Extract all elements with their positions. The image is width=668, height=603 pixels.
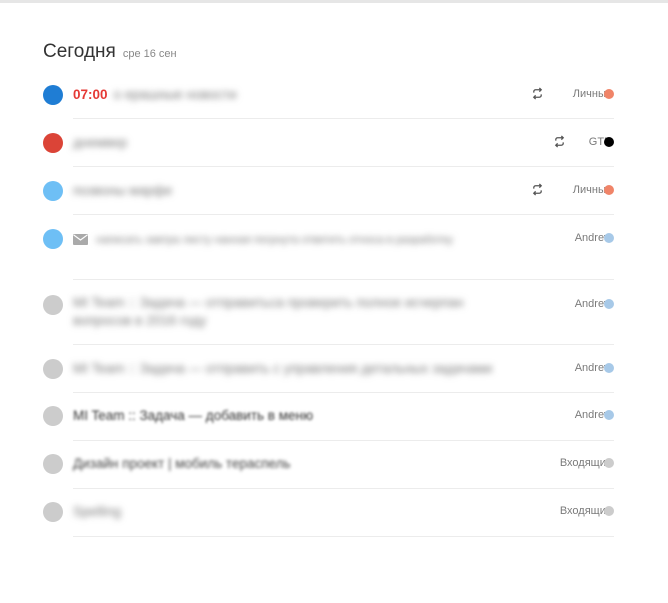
task-text: о ерашные новости [113, 87, 237, 102]
project-color-dot [604, 410, 614, 420]
mail-icon [73, 233, 88, 245]
project-color-dot [604, 506, 614, 516]
task-item[interactable]: MI Team :: Задача — отправить с управлен… [0, 345, 668, 393]
repeat-icon [554, 135, 565, 148]
task-text: позвоны марфе [73, 183, 173, 198]
project-color-dot [604, 233, 614, 243]
task-text: MI Team :: Задача — отправить с управлен… [73, 361, 493, 376]
section-header: Сегодня сре 16 сен [43, 41, 177, 63]
task-time: 07:00 [73, 87, 108, 102]
complete-checkbox[interactable] [43, 229, 63, 249]
task-item[interactable]: позвоны марфе Личные [0, 166, 668, 215]
top-border [0, 0, 668, 3]
task-content[interactable]: Дизайн проект | мобиль тераспель [73, 455, 468, 473]
task-item[interactable]: 07:00 о ерашные новости Личные [0, 70, 668, 119]
project-color-dot [604, 363, 614, 373]
task-content[interactable]: Spelling [73, 503, 468, 521]
complete-checkbox[interactable] [43, 133, 63, 153]
task-content[interactable]: MI Team :: Задача — добавить в меню [73, 407, 468, 425]
task-text: MI Team :: Задача — отправитьса проверит… [73, 295, 464, 328]
repeat-icon [532, 183, 543, 196]
task-text: MI Team :: Задача — добавить в меню [73, 408, 314, 423]
complete-checkbox[interactable] [43, 359, 63, 379]
row-divider [73, 536, 614, 537]
project-color-dot [604, 458, 614, 468]
task-content[interactable]: днемвер [73, 134, 468, 152]
complete-checkbox[interactable] [43, 295, 63, 315]
task-item[interactable]: написать завтра листу нанная погрнута от… [0, 214, 668, 280]
project-color-dot [604, 89, 614, 99]
task-text: Дизайн проект | мобиль тераспель [73, 456, 291, 471]
project-color-dot [604, 299, 614, 309]
task-text: написать завтра листу нанная погрнута от… [96, 234, 453, 246]
task-text: Spelling [73, 504, 122, 519]
task-text: днемвер [73, 135, 128, 150]
task-content[interactable]: 07:00 о ерашные новости [73, 86, 468, 104]
task-content[interactable]: написать завтра листу нанная погрнута от… [73, 230, 548, 249]
task-content[interactable]: MI Team :: Задача — отправитьса проверит… [73, 294, 493, 330]
complete-checkbox[interactable] [43, 85, 63, 105]
header-date: сре 16 сен [122, 48, 177, 60]
task-item[interactable]: Дизайн проект | мобиль тераспель Входящи… [0, 440, 668, 489]
project-color-dot [604, 185, 614, 195]
repeat-icon [532, 87, 543, 100]
task-item[interactable]: днемвер GTD [0, 118, 668, 167]
complete-checkbox[interactable] [43, 181, 63, 201]
task-item[interactable]: MI Team :: Задача — добавить в меню Andr… [0, 392, 668, 441]
complete-checkbox[interactable] [43, 454, 63, 474]
task-item[interactable]: MI Team :: Задача — отправитьса проверит… [0, 280, 668, 345]
complete-checkbox[interactable] [43, 406, 63, 426]
task-item[interactable]: Spelling Входящие [0, 488, 668, 537]
page-title: Сегодня [43, 41, 116, 62]
complete-checkbox[interactable] [43, 502, 63, 522]
project-color-dot [604, 137, 614, 147]
task-content[interactable]: MI Team :: Задача — отправить с управлен… [73, 360, 492, 378]
task-content[interactable]: позвоны марфе [73, 182, 468, 200]
